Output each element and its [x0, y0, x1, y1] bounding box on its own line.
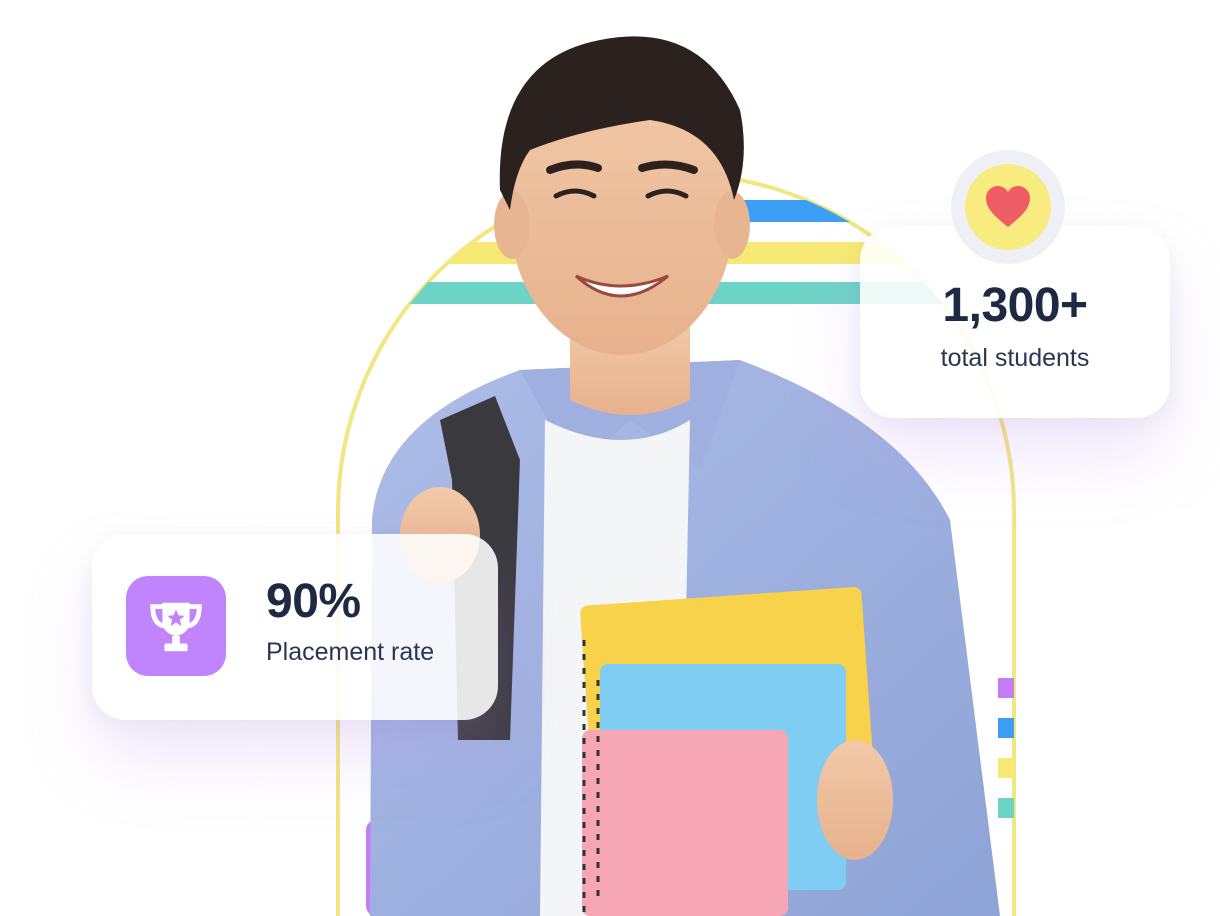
placement-label: Placement rate	[266, 638, 435, 666]
placement-value: 90%	[266, 575, 361, 628]
heart-circle	[965, 164, 1051, 250]
students-value: 1,300+	[942, 279, 1088, 332]
hero-illustration	[336, 36, 1016, 916]
heart-icon	[986, 186, 1030, 227]
side-stripes	[998, 678, 1014, 818]
students-label: total students	[940, 344, 1090, 372]
trophy-badge	[126, 576, 226, 676]
heart-badge	[951, 150, 1065, 264]
placement-stat-card: 90% Placement rate	[92, 534, 498, 720]
hero-scene	[0, 0, 1220, 916]
trophy-icon	[150, 602, 202, 652]
student-photo	[370, 36, 1000, 916]
